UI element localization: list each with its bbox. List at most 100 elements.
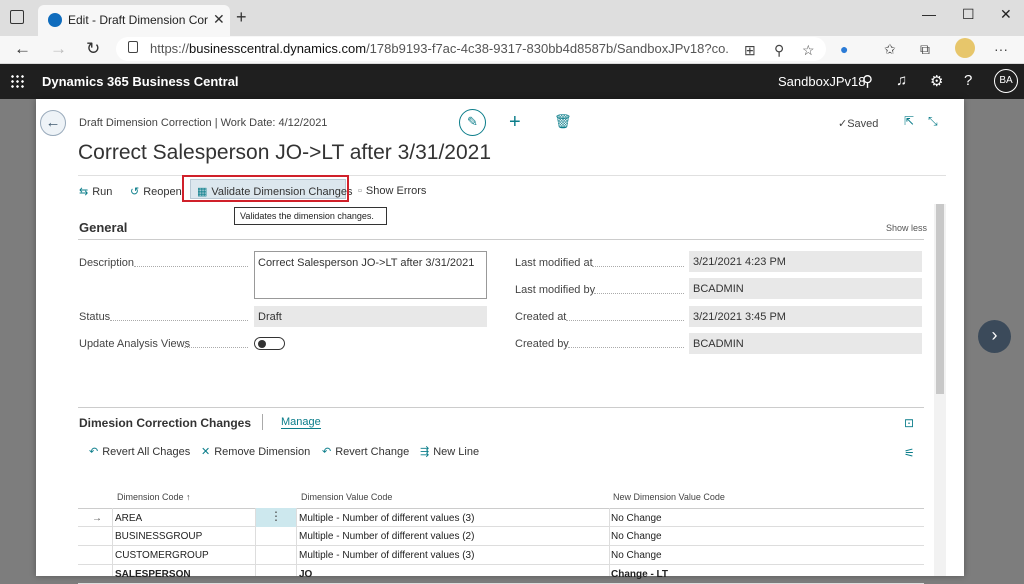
app-available-icon[interactable]: ⊞ xyxy=(744,42,756,59)
dimension-code-cell[interactable]: BUSINESSGROUP xyxy=(115,531,202,542)
run-action[interactable]: ⇆ Run xyxy=(79,185,112,198)
dimension-code-cell[interactable]: CUSTOMERGROUP xyxy=(115,550,209,561)
collapse-icon[interactable]: ⤡ xyxy=(928,114,938,129)
general-heading[interactable]: General xyxy=(79,220,127,235)
url-path: /178b9193-f7ac-4c38-9317-830bb4d8587b/Sa… xyxy=(366,41,730,56)
dimension-value-cell[interactable]: JO xyxy=(299,569,312,580)
business-central-header: Dynamics 365 Business Central SandboxJPv… xyxy=(0,64,1024,99)
table-row[interactable]: SALESPERSON JO Change - LT xyxy=(78,565,924,584)
created-at-field: 3/21/2021 3:45 PM xyxy=(689,306,922,327)
leader-dots xyxy=(594,293,684,294)
environment-name: SandboxJPv18 xyxy=(778,74,866,89)
extension-icon[interactable]: ● xyxy=(840,41,848,57)
user-avatar[interactable]: BA xyxy=(994,69,1018,93)
search-icon[interactable]: ⚲ xyxy=(862,72,873,90)
help-icon[interactable]: ? xyxy=(964,72,972,89)
favorites-icon[interactable]: ✩ xyxy=(884,41,896,58)
browser-tab[interactable]: Edit - Draft Dimension Correctio ✕ xyxy=(38,5,230,36)
revert-all-changes-action[interactable]: ↶ Revert All Chages xyxy=(89,445,190,458)
close-window-icon[interactable]: ✕ xyxy=(1000,6,1012,23)
column-divider xyxy=(609,508,610,576)
notifications-bell-icon[interactable]: ♫ xyxy=(896,72,907,89)
description-field[interactable]: Correct Salesperson JO->LT after 3/31/20… xyxy=(254,251,487,299)
table-row[interactable]: CUSTOMERGROUP Multiple - Number of diffe… xyxy=(78,546,924,565)
collections-icon[interactable]: ⧉ xyxy=(920,41,930,58)
tab-close-icon[interactable]: ✕ xyxy=(213,11,225,28)
favorite-star-icon[interactable]: ☆ xyxy=(802,42,815,59)
dimension-value-cell[interactable]: Multiple - Number of different values (3… xyxy=(299,550,474,561)
run-label: Run xyxy=(92,186,113,198)
maximize-icon[interactable]: ☐ xyxy=(962,6,975,23)
share-icon[interactable]: ⊡ xyxy=(904,416,914,430)
table-row[interactable]: → AREA Multiple - Number of different va… xyxy=(78,508,924,527)
forward-arrow-icon[interactable]: → xyxy=(50,39,67,59)
last-modified-at-label: Last modified at xyxy=(515,257,593,269)
column-header-new-dimension-value-code[interactable]: New Dimension Value Code xyxy=(613,492,725,502)
last-modified-by-label: Last modified by xyxy=(515,284,596,296)
more-icon[interactable]: ··· xyxy=(994,41,1008,57)
delete-trash-icon[interactable]: 🗑 xyxy=(554,113,572,130)
heading-separator xyxy=(262,414,263,430)
edit-pencil-button[interactable]: ✎ xyxy=(459,109,486,136)
tab-title: Edit - Draft Dimension Correctio xyxy=(68,13,208,27)
browser-profile-avatar[interactable] xyxy=(955,38,975,58)
new-tab-button[interactable]: + xyxy=(236,7,247,28)
settings-gear-icon[interactable]: ⚙ xyxy=(930,72,943,90)
app-launcher-icon[interactable] xyxy=(10,74,24,88)
scrollbar-thumb[interactable] xyxy=(936,204,944,394)
show-less-link[interactable]: Show less xyxy=(886,223,927,233)
personalize-icon[interactable]: ⚟ xyxy=(904,446,915,460)
reopen-action[interactable]: ↺ Reopen xyxy=(130,185,182,198)
dimension-code-cell[interactable]: AREA xyxy=(115,513,142,524)
revert-change-action[interactable]: ↶ Revert Change xyxy=(322,445,409,458)
open-new-window-icon[interactable]: ⇱ xyxy=(904,114,914,128)
new-record-button[interactable]: + xyxy=(509,111,521,134)
last-modified-by-field: BCADMIN xyxy=(689,278,922,299)
zoom-icon[interactable]: ⚲ xyxy=(774,42,784,59)
refresh-icon[interactable]: ↻ xyxy=(86,39,100,59)
dimension-correction-changes-heading: Dimesion Correction Changes xyxy=(79,416,252,430)
revert-all-label: Revert All Chages xyxy=(102,446,191,458)
column-divider xyxy=(112,508,113,576)
back-button[interactable]: ← xyxy=(40,110,66,136)
dimension-value-cell[interactable]: Multiple - Number of different values (3… xyxy=(299,513,474,524)
manage-tab[interactable]: Manage xyxy=(281,416,321,429)
leader-dots xyxy=(134,266,248,267)
table-row[interactable]: BUSINESSGROUP Multiple - Number of diffe… xyxy=(78,527,924,546)
saved-label: Saved xyxy=(847,118,879,130)
created-by-field: BCADMIN xyxy=(689,333,922,354)
description-label: Description xyxy=(79,257,135,269)
next-record-chevron-icon[interactable]: › xyxy=(978,320,1011,353)
minimize-icon[interactable]: — xyxy=(922,6,936,22)
tab-actions-icon[interactable] xyxy=(10,10,24,24)
app-name: Dynamics 365 Business Central xyxy=(42,74,239,89)
column-divider xyxy=(255,508,256,576)
new-value-cell[interactable]: No Change xyxy=(611,531,662,542)
show-errors-action[interactable]: ▫ Show Errors xyxy=(358,185,426,197)
back-arrow-icon[interactable]: ← xyxy=(14,39,31,59)
new-line-label: New Line xyxy=(433,446,480,458)
breadcrumb: Draft Dimension Correction | Work Date: … xyxy=(79,117,328,129)
run-icon: ⇆ xyxy=(79,186,89,198)
new-value-cell[interactable]: No Change xyxy=(611,550,662,561)
column-header-dimension-value-code[interactable]: Dimension Value Code xyxy=(301,492,392,502)
new-value-cell[interactable]: Change - LT xyxy=(611,569,668,580)
column-divider xyxy=(296,508,297,576)
remove-dimension-label: Remove Dimension xyxy=(214,446,311,458)
row-arrow-icon: → xyxy=(92,513,102,524)
remove-icon: ✕ xyxy=(201,446,211,458)
url-input[interactable]: https://businesscentral.dynamics.com/178… xyxy=(116,37,826,61)
new-line-action[interactable]: ⇶ New Line xyxy=(420,445,479,458)
page-title: Correct Salesperson JO->LT after 3/31/20… xyxy=(78,141,492,164)
revert-change-icon: ↶ xyxy=(322,446,332,458)
show-errors-icon: ▫ xyxy=(358,185,362,197)
part-divider xyxy=(78,407,924,408)
dimension-value-cell[interactable]: Multiple - Number of different values (2… xyxy=(299,531,474,542)
column-header-dimension-code[interactable]: Dimension Code ↑ xyxy=(117,492,191,502)
dimension-code-cell[interactable]: SALESPERSON xyxy=(115,569,191,580)
update-analysis-views-toggle[interactable] xyxy=(254,337,285,350)
last-modified-at-field: 3/21/2021 4:23 PM xyxy=(689,251,922,272)
new-value-cell[interactable]: No Change xyxy=(611,513,662,524)
remove-dimension-action[interactable]: ✕ Remove Dimension xyxy=(201,445,310,458)
row-menu-button[interactable]: ⋮ xyxy=(256,508,296,527)
